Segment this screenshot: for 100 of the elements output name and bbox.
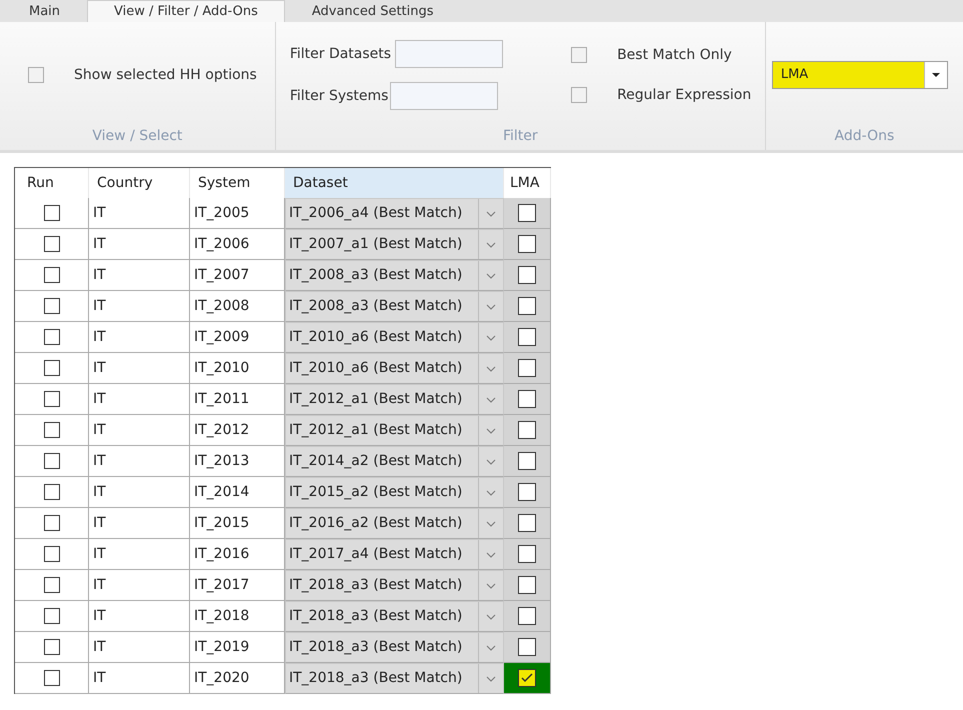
checkbox[interactable] [44,484,60,500]
chevron-down-icon [486,242,496,248]
checkbox[interactable] [28,67,44,83]
table-cell: IT [89,384,190,415]
dataset-dropdown[interactable]: IT_2018_a3 (Best Match) [285,663,504,694]
group-caption: Filter [502,128,539,146]
table-cell: IT [89,663,190,694]
checkbox[interactable] [44,422,60,438]
checkbox[interactable] [571,47,588,63]
chevron-down-icon [486,520,496,526]
checkbox[interactable] [44,546,60,562]
checkbox[interactable] [44,577,60,593]
checkbox[interactable] [518,669,536,687]
dataset-dropdown[interactable]: IT_2016_a2 (Best Match) [285,508,504,539]
column-header: Dataset [285,168,504,198]
checkbox[interactable] [518,452,536,470]
dataset-dropdown[interactable]: IT_2018_a3 (Best Match) [285,632,504,663]
checkbox[interactable] [518,483,536,501]
chevron-down-icon [486,428,496,434]
table-cell: IT_2017 [190,570,285,601]
checkbox[interactable] [571,87,588,103]
chevron-down-icon [486,582,496,588]
table-cell: IT_2018 [190,601,285,632]
checkbox[interactable] [44,670,60,686]
group-caption: Add-Ons [834,128,896,146]
dataset-dropdown[interactable]: IT_2006_a4 (Best Match) [285,198,504,229]
table-cell: IT [89,570,190,601]
checkbox[interactable] [518,638,536,656]
dataset-dropdown[interactable]: IT_2017_a4 (Best Match) [285,539,504,570]
input-field[interactable] [395,40,504,68]
table-cell: IT [89,477,190,508]
dataset-dropdown[interactable]: IT_2018_a3 (Best Match) [285,570,504,601]
checkbox[interactable] [518,297,536,315]
checkbox-label: Best Match Only [617,47,732,63]
checkbox[interactable] [518,359,536,377]
chevron-down-icon [486,614,496,620]
table-cell: IT [89,260,190,291]
checkbox[interactable] [44,391,60,407]
dataset-dropdown[interactable]: IT_2018_a3 (Best Match) [285,601,504,632]
input-field[interactable] [390,82,498,110]
chevron-down-icon [486,272,496,278]
checkbox[interactable] [44,205,60,221]
dataset-dropdown[interactable]: IT_2012_a1 (Best Match) [285,415,504,446]
checkbox[interactable] [518,545,536,563]
checkbox[interactable] [44,329,60,345]
tab[interactable]: View / Filter / Add-Ons [87,0,285,22]
checkbox-label: Show selected HH options [74,67,257,83]
table-cell: IT_2016 [190,539,285,570]
checkbox[interactable] [518,607,536,625]
checkbox[interactable] [518,235,536,253]
dataset-dropdown[interactable]: IT_2008_a3 (Best Match) [285,291,504,322]
dataset-dropdown[interactable]: IT_2010_a6 (Best Match) [285,353,504,384]
checkbox[interactable] [44,515,60,531]
group-caption: View / Select [91,128,184,146]
table-cell: IT [89,632,190,663]
checkbox[interactable] [44,267,60,283]
chevron-down-icon [486,304,496,310]
checkbox[interactable] [518,204,536,222]
checkbox[interactable] [518,328,536,346]
chevron-down-icon [486,210,496,216]
dataset-dropdown[interactable]: IT_2010_a6 (Best Match) [285,322,504,353]
checkbox[interactable] [44,298,60,314]
checkbox[interactable] [44,608,60,624]
chevron-down-icon [486,490,496,496]
dropdown-arrow-icon [932,73,940,77]
table-cell: IT [89,322,190,353]
checkbox[interactable] [518,421,536,439]
checkbox[interactable] [518,576,536,594]
table-cell: IT_2011 [190,384,285,415]
table-cell: IT [89,415,190,446]
dataset-dropdown[interactable]: IT_2012_a1 (Best Match) [285,384,504,415]
table-cell: IT [89,198,190,229]
checkbox[interactable] [518,266,536,284]
table-cell: IT_2007 [190,260,285,291]
table-cell: IT_2012 [190,415,285,446]
checkbox[interactable] [44,453,60,469]
table-cell: IT_2008 [190,291,285,322]
table-cell: IT_2020 [190,663,285,694]
dataset-dropdown[interactable]: IT_2015_a2 (Best Match) [285,477,504,508]
table-cell: IT [89,601,190,632]
chevron-down-icon [486,458,496,464]
chevron-down-icon [486,676,496,682]
dataset-dropdown[interactable]: IT_2014_a2 (Best Match) [285,446,504,477]
field-label: Filter Datasets [290,46,392,62]
table-cell: IT_2005 [190,198,285,229]
check-icon [521,673,533,683]
add-on-dropdown[interactable]: LMA [772,61,948,89]
checkbox[interactable] [518,390,536,408]
checkbox[interactable] [44,236,60,252]
chevron-down-icon [486,366,496,372]
dataset-dropdown[interactable]: IT_2008_a3 (Best Match) [285,260,504,291]
checkbox-label: Regular Expression [617,87,752,103]
checkbox[interactable] [44,360,60,376]
dataset-dropdown[interactable]: IT_2007_a1 (Best Match) [285,229,504,260]
table-cell: IT [89,229,190,260]
checkbox[interactable] [44,639,60,655]
table-cell: IT_2013 [190,446,285,477]
table-cell: IT_2009 [190,322,285,353]
table-cell: IT [89,508,190,539]
checkbox[interactable] [518,514,536,532]
